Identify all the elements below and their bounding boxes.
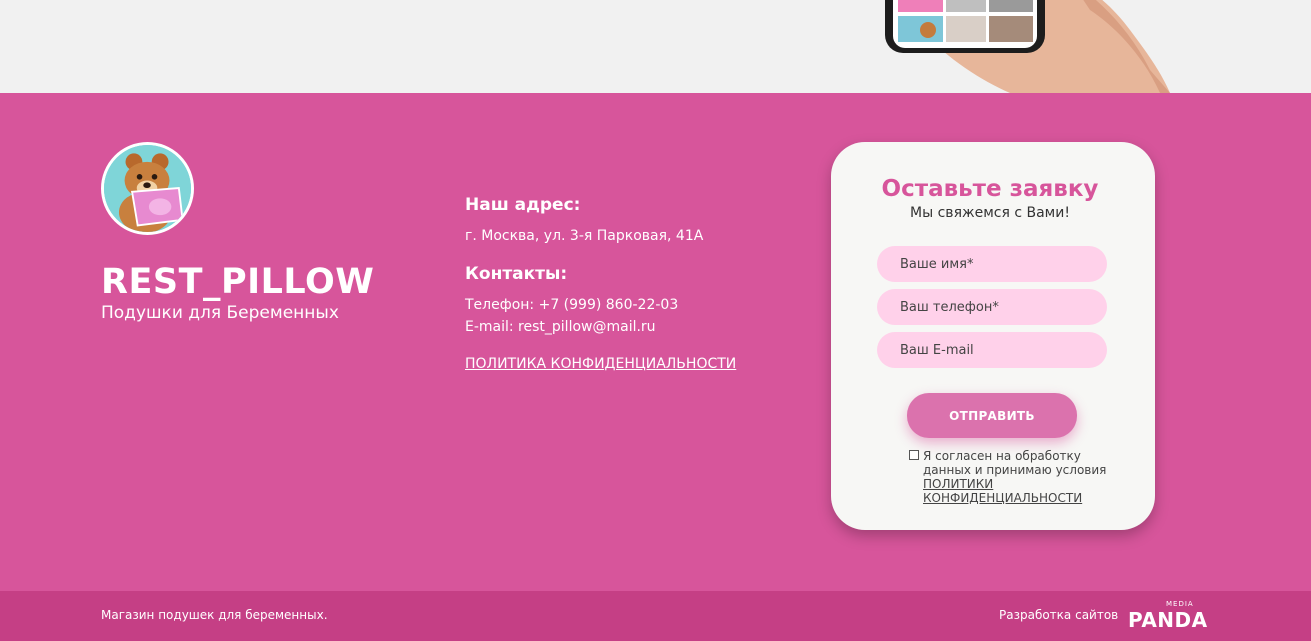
form-title: Оставьте заявку [881,176,1099,202]
phone-input[interactable] [877,289,1107,325]
consent-text: Я согласен на обработку данных и принима… [923,449,1153,505]
privacy-policy-link[interactable]: ПОЛИТИКА КОНФИДЕНЦИАЛЬНОСТИ [465,356,736,372]
panda-logo-word: PANDA [1128,608,1208,632]
request-form-card: Оставьте заявку Мы свяжемся с Вами! ОТПР… [831,142,1155,530]
consent-line-2: данных и принимаю условия [923,463,1107,477]
name-input[interactable] [877,246,1107,282]
media-panda-logo-icon[interactable]: MEDIA PANDA [1128,600,1212,632]
brand-title: REST_PILLOW [101,262,375,302]
footer-dev-text[interactable]: Разработка сайтов [999,608,1118,622]
hand-holding-phone-image [885,0,1170,93]
contacts-heading: Контакты: [465,264,568,284]
form-subtitle: Мы свяжемся с Вами! [910,205,1070,221]
top-band [0,0,1311,93]
phone-text[interactable]: Телефон: +7 (999) 860-22-03 [465,297,678,313]
consent-policy-link[interactable]: ПОЛИТИКИ КОНФИДЕНЦИАЛЬНОСТИ [923,477,1153,505]
email-text[interactable]: E-mail: rest_pillow@mail.ru [465,319,656,335]
address-text: г. Москва, ул. 3-я Парковая, 41А [465,228,704,244]
teddy-bear-logo-icon[interactable] [101,142,194,235]
panda-logo-small-text: MEDIA [1166,600,1194,608]
footer-store-text: Магазин подушек для беременных. [101,608,328,622]
consent-line-1: Я согласен на обработку [923,449,1081,463]
submit-button[interactable]: ОТПРАВИТЬ [907,393,1077,438]
email-input[interactable] [877,332,1107,368]
address-heading: Наш адрес: [465,195,581,215]
brand-subtitle: Подушки для Беременных [101,303,339,323]
consent-checkbox[interactable] [909,450,919,460]
